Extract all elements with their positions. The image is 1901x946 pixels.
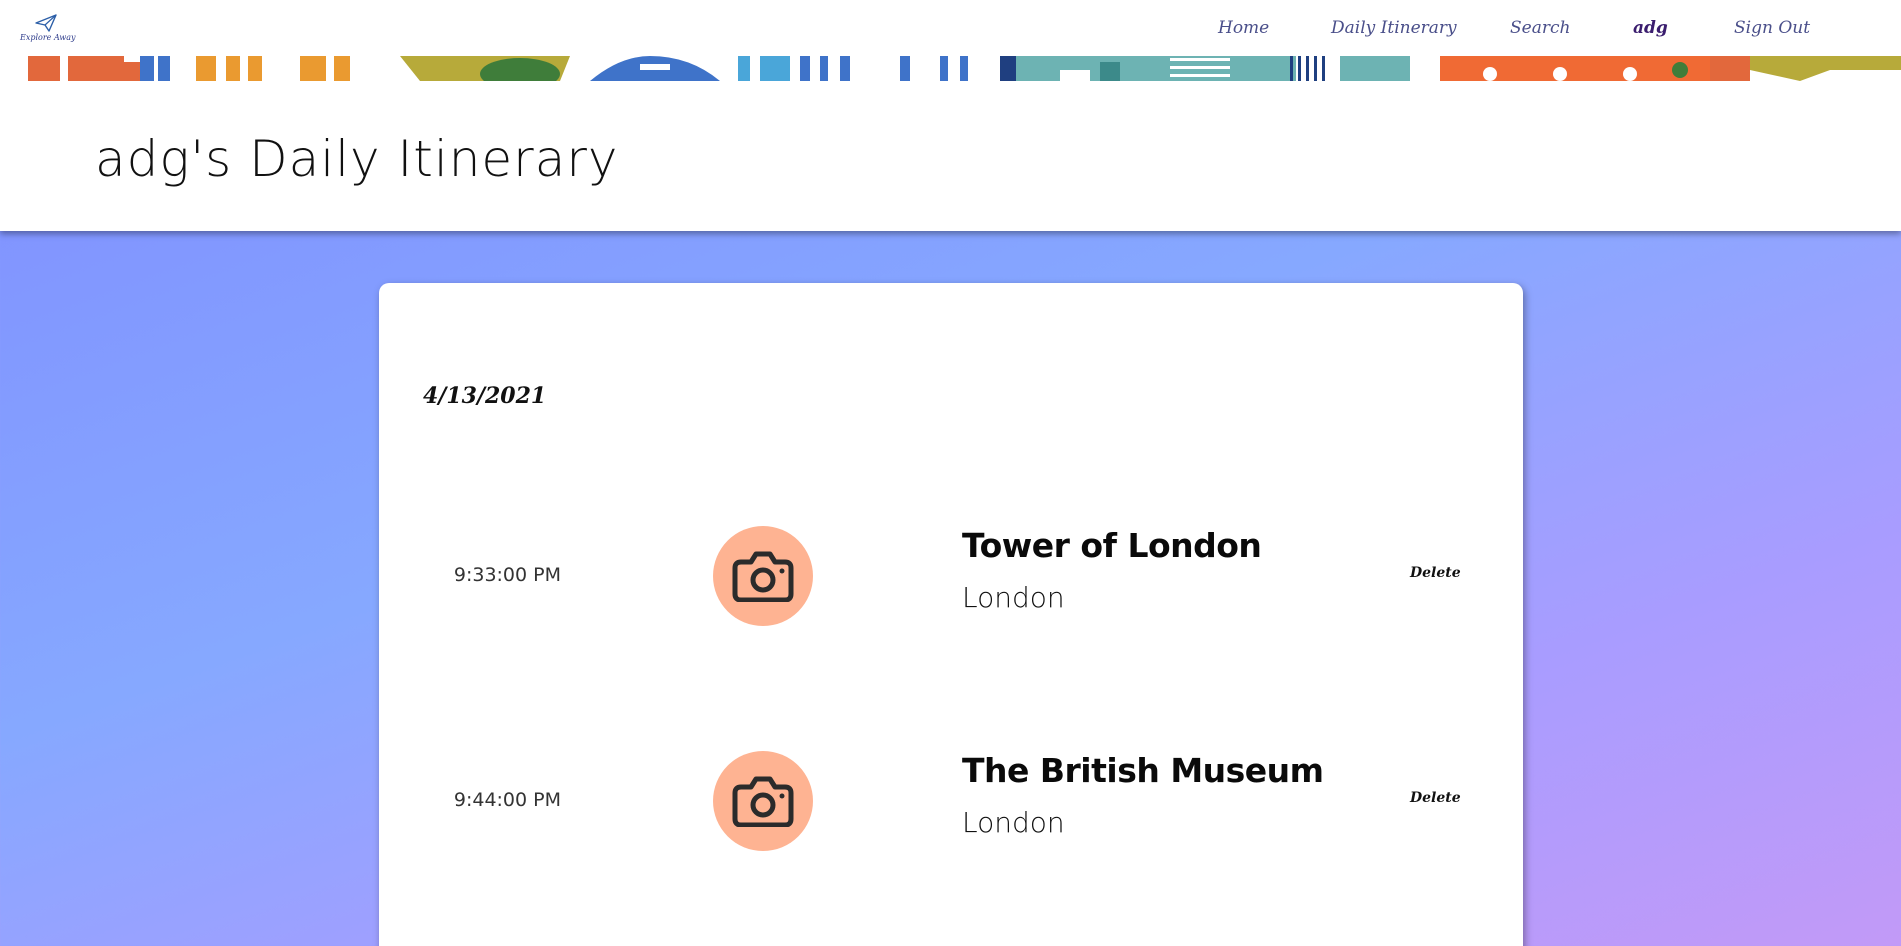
paper-plane-icon bbox=[35, 14, 57, 32]
itinerary-card: 4/13/2021 9:33:00 PM Tower of London Lon… bbox=[379, 283, 1523, 946]
entry-place-name: Tower of London bbox=[962, 526, 1262, 565]
itinerary-date: 4/13/2021 bbox=[423, 383, 547, 409]
brand-logo[interactable]: Explore Away bbox=[20, 14, 76, 48]
entry-city: London bbox=[962, 581, 1065, 614]
nav-home-link[interactable]: Home bbox=[1218, 18, 1269, 38]
brand-logo-text: Explore Away bbox=[20, 33, 76, 42]
entry-photo bbox=[713, 526, 813, 626]
itinerary-entry: 9:33:00 PM Tower of London London Delete bbox=[379, 526, 1523, 626]
delete-button[interactable]: Delete bbox=[1410, 790, 1461, 806]
page-title: adg's Daily Itinerary bbox=[95, 130, 619, 188]
skyline-banner bbox=[0, 56, 1901, 81]
entry-time: 9:44:00 PM bbox=[453, 789, 561, 811]
nav-sign-out-link[interactable]: Sign Out bbox=[1734, 18, 1810, 38]
entry-city: London bbox=[962, 806, 1065, 839]
entry-photo bbox=[713, 751, 813, 851]
camera-icon bbox=[732, 551, 794, 602]
nav-search-link[interactable]: Search bbox=[1510, 18, 1570, 38]
delete-button[interactable]: Delete bbox=[1410, 565, 1461, 581]
entry-place-name: The British Museum bbox=[962, 751, 1324, 790]
site-header: Explore Away Home Daily Itinerary Search… bbox=[0, 0, 1901, 231]
nav-daily-itinerary-link[interactable]: Daily Itinerary bbox=[1331, 18, 1457, 38]
entry-time: 9:33:00 PM bbox=[453, 564, 561, 586]
itinerary-entry: 9:44:00 PM The British Museum London Del… bbox=[379, 751, 1523, 851]
camera-icon bbox=[732, 776, 794, 827]
nav-user-link[interactable]: adg bbox=[1633, 18, 1668, 38]
